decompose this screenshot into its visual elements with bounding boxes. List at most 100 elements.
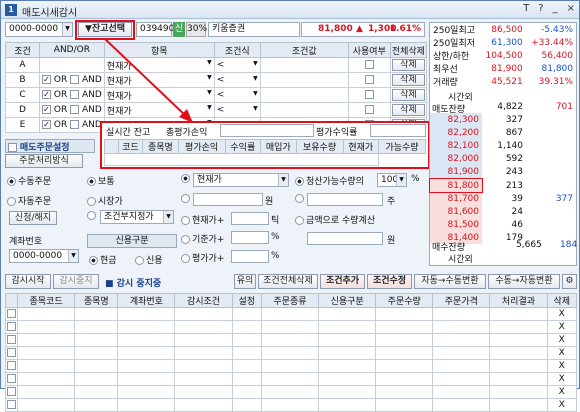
operator-select[interactable]: <▼ [213, 102, 261, 118]
pin-button[interactable]: T [523, 3, 529, 14]
order-account-select[interactable]: 0000-0000 ▼ [9, 249, 79, 263]
row-checkbox[interactable] [5, 320, 18, 334]
minimize-button[interactable]: _ [553, 3, 558, 14]
signal-button[interactable]: 신청/해지 [9, 211, 57, 225]
manual-to-auto-button[interactable]: 수동→자동변환 [488, 274, 560, 289]
use-checkbox[interactable] [347, 87, 391, 103]
row-checkbox[interactable] [5, 398, 18, 412]
quote-value2: 39.31% [538, 76, 573, 87]
col-delete-all[interactable]: 전체삭제 [389, 42, 428, 58]
row-checkbox[interactable] [5, 333, 18, 347]
eval-plus-input[interactable] [231, 250, 269, 263]
row-delete-button[interactable]: X [546, 372, 578, 386]
row-checkbox[interactable] [5, 372, 18, 386]
bid-price[interactable]: 81,800 [429, 178, 483, 193]
amount-input[interactable] [307, 232, 383, 245]
and-checkbox[interactable] [70, 75, 80, 84]
row-delete-button[interactable]: X [546, 398, 578, 412]
grid-cell [375, 359, 434, 373]
clear-qty-radio[interactable]: 청산가능수량의 [295, 174, 364, 187]
amount-calc-radio[interactable]: 금액으로 수량계산 [295, 213, 375, 226]
notice-button[interactable]: 유의 [234, 274, 256, 289]
edit-condition-button[interactable]: 조건수정 [367, 274, 412, 289]
cur-plus-input[interactable] [231, 212, 269, 225]
use-checkbox[interactable] [347, 57, 391, 73]
cond-limit-select[interactable]: 조건부지정가 ▼ [100, 210, 174, 224]
operator-select[interactable]: <▼ [213, 87, 261, 103]
row-delete-button[interactable]: X [546, 307, 578, 321]
start-watch-button[interactable]: 감시시작 [5, 274, 51, 289]
grid-cell [231, 320, 262, 334]
or-checkbox[interactable] [42, 75, 51, 84]
price-type-radio[interactable] [181, 174, 192, 184]
qty-pct-select[interactable]: 100 ▼ [377, 173, 407, 187]
bid-price[interactable]: 81,500 [430, 218, 482, 231]
operator-select[interactable]: <▼ [213, 72, 261, 88]
price-input[interactable] [193, 193, 263, 206]
eval-plus-radio[interactable]: 평가가+ [181, 251, 224, 264]
normal-radio[interactable]: 보통 [87, 174, 115, 187]
ask-price[interactable]: 82,100 [430, 139, 482, 152]
price-input-radio[interactable] [181, 194, 192, 204]
delete-row-button[interactable]: 삭제 [391, 104, 425, 116]
grid-cell [260, 320, 320, 334]
row-checkbox[interactable] [5, 359, 18, 373]
base-plus-radio[interactable]: 기준가+ [181, 232, 224, 245]
settings-gear-icon[interactable]: ⚙ [562, 274, 577, 289]
or-checkbox[interactable] [42, 105, 51, 114]
row-delete-button[interactable]: X [546, 385, 578, 399]
row-delete-button[interactable]: X [546, 320, 578, 334]
use-checkbox[interactable] [347, 72, 391, 88]
manual-order-radio[interactable]: 수동주문 [7, 174, 51, 187]
value-input[interactable] [259, 102, 349, 118]
ask-price[interactable]: 81,900 [430, 165, 482, 178]
row-checkbox[interactable] [5, 307, 18, 321]
help-button[interactable]: ? [538, 3, 543, 14]
or-checkbox[interactable] [42, 90, 51, 99]
bid-price[interactable]: 81,700 [430, 192, 482, 205]
or-checkbox[interactable] [42, 120, 51, 129]
row-delete-button[interactable]: X [546, 333, 578, 347]
price-type-select[interactable]: 현재가 ▼ [193, 173, 289, 187]
and-checkbox[interactable] [70, 120, 80, 129]
add-condition-button[interactable]: 조건추가 [320, 274, 365, 289]
and-checkbox[interactable] [70, 105, 80, 114]
row-delete-button[interactable]: X [546, 359, 578, 373]
bid-price[interactable]: 81,600 [430, 205, 482, 218]
operator-select[interactable]: <▼ [213, 57, 261, 73]
cash-radio[interactable]: 현금 [89, 253, 117, 266]
order-settings-checkbox[interactable] [8, 143, 17, 152]
auto-to-manual-button[interactable]: 자동→수동변환 [414, 274, 486, 289]
credit-radio[interactable]: 신용 [135, 253, 163, 266]
delete-row-button[interactable]: 삭제 [391, 74, 425, 86]
cond-limit-radio[interactable] [87, 211, 98, 221]
cur-plus-radio[interactable]: 현재가+ [181, 213, 224, 226]
quote-value: 61,300 [491, 37, 523, 48]
and-checkbox[interactable] [70, 90, 80, 99]
auto-order-radio[interactable]: 자동주문 [7, 194, 51, 207]
delete-all-conditions-button[interactable]: 조건전체삭제 [258, 274, 318, 289]
use-checkbox[interactable] [347, 102, 391, 118]
account-select[interactable]: 0000-0000 ▼ [5, 22, 73, 37]
value-input[interactable] [259, 57, 349, 73]
ask-price[interactable]: 82,200 [430, 126, 482, 139]
base-plus-input[interactable] [231, 231, 269, 244]
row-checkbox[interactable] [5, 385, 18, 399]
delete-row-button[interactable]: 삭제 [391, 89, 425, 101]
ask-price[interactable]: 82,000 [430, 152, 482, 165]
market-radio[interactable]: 시장가 [87, 194, 123, 207]
close-button[interactable]: × [567, 3, 575, 14]
ask-price[interactable] [430, 100, 482, 113]
delete-row-button[interactable]: 삭제 [391, 59, 425, 71]
ask-price[interactable]: 82,300 [430, 113, 482, 126]
row-checkbox[interactable] [5, 346, 18, 360]
stock-code-input[interactable]: 039490 [136, 22, 174, 37]
value-input[interactable] [259, 87, 349, 103]
qty-input-radio[interactable] [295, 194, 306, 204]
qty-input[interactable] [307, 193, 383, 206]
stop-watch-button[interactable]: 감시중지 [53, 274, 99, 289]
value-input[interactable] [259, 72, 349, 88]
grid-cell [318, 359, 377, 373]
row-delete-button[interactable]: X [546, 346, 578, 360]
order-method-button[interactable]: 주문처리방식 [5, 154, 83, 168]
